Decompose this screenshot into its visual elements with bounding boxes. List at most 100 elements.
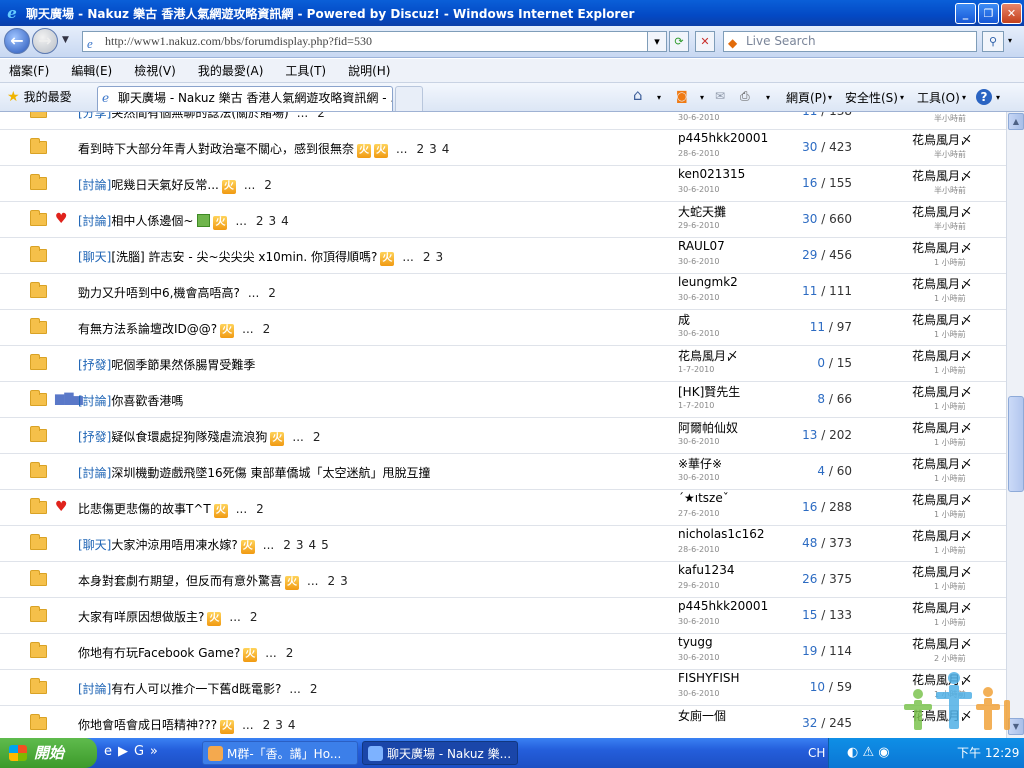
quicklaunch-more-icon[interactable]: » — [150, 744, 164, 759]
thread-author[interactable]: leungmk2 — [678, 275, 738, 289]
last-poster[interactable]: 花鳥風月〆 — [912, 527, 972, 544]
folder-icon[interactable] — [30, 174, 47, 190]
thread-title[interactable]: 大家沖涼用唔用凍水嫁? — [111, 538, 237, 552]
scroll-up-icon[interactable]: ▲ — [1008, 113, 1024, 130]
last-post-time[interactable]: 1 小時前 — [934, 689, 966, 700]
thread-author[interactable]: ken021315 — [678, 167, 745, 181]
menu-view[interactable]: 檢視(V) — [134, 62, 176, 79]
page-link[interactable]: 3 — [269, 214, 277, 228]
thread-tag[interactable]: [討論] — [78, 682, 111, 696]
safety-dropdown-icon[interactable]: ▾ — [900, 93, 904, 102]
page-link[interactable]: 2 — [423, 250, 431, 264]
menu-edit[interactable]: 編輯(E) — [71, 62, 112, 79]
rss-dropdown-icon[interactable]: ▾ — [700, 93, 704, 102]
last-poster[interactable]: 花鳥風月〆 — [912, 131, 972, 148]
last-post-time[interactable]: 1 小時前 — [934, 257, 966, 268]
folder-icon[interactable] — [30, 426, 47, 442]
folder-icon[interactable] — [30, 354, 47, 370]
last-post-time[interactable]: 半小時前 — [934, 221, 966, 232]
thread-author[interactable]: tyugg — [678, 635, 713, 649]
thread-title[interactable]: 有冇人可以推介一下舊d既電影? — [111, 682, 281, 696]
vertical-scrollbar[interactable]: ▲ ▼ — [1006, 112, 1024, 738]
thread-title[interactable]: 呢個季節果然係腸胃受難季 — [111, 358, 255, 372]
search-input[interactable]: ◆ Live Search — [723, 31, 977, 52]
thread-author[interactable]: ※華仔※ — [678, 455, 722, 472]
last-poster[interactable]: 花鳥風月〆 — [912, 491, 972, 508]
thread-title[interactable]: 大家有咩原因想做版主? — [78, 610, 204, 624]
thread-tag[interactable]: [討論] — [78, 466, 111, 480]
thread-tag[interactable]: [抒發] — [78, 358, 111, 372]
maximize-button[interactable]: ❐ — [978, 3, 999, 24]
page-link[interactable]: 5 — [321, 538, 329, 552]
home-icon[interactable]: ⌂ — [633, 86, 643, 104]
page-link[interactable]: 4 — [281, 214, 289, 228]
taskbar-item-messenger[interactable]: M群-「香。講」Ho... — [202, 741, 358, 765]
page-link[interactable]: 2 — [310, 682, 318, 696]
taskbar-item-ie[interactable]: 聊天廣場 - Nakuz 樂... — [362, 741, 518, 765]
rss-icon[interactable]: ◙ — [676, 89, 688, 103]
menu-favorites[interactable]: 我的最愛(A) — [198, 62, 264, 79]
minimize-button[interactable]: _ — [955, 3, 976, 24]
thread-tag[interactable]: [聊天] — [78, 250, 111, 264]
start-button[interactable]: 開始 — [0, 738, 97, 768]
page-link[interactable]: 3 — [275, 718, 283, 732]
thread-author[interactable]: [HK]賢先生 — [678, 383, 740, 400]
thread-author[interactable]: nicholas1c162 — [678, 527, 765, 541]
last-poster[interactable]: 花鳥風月〆 — [912, 347, 972, 364]
help-icon[interactable]: ? — [976, 89, 992, 105]
history-dropdown-icon[interactable]: ▼ — [62, 35, 69, 45]
page-dropdown-icon[interactable]: ▾ — [828, 93, 832, 102]
scroll-down-icon[interactable]: ▼ — [1008, 718, 1024, 735]
page-link[interactable]: 2 — [416, 142, 424, 156]
thread-title[interactable]: 你喜歡香港嗎 — [111, 394, 183, 408]
menu-tools[interactable]: 工具(T) — [285, 62, 326, 79]
tab-active[interactable]: e 聊天廣場 - Nakuz 樂古 香港人氣網遊攻略資訊網 - ... — [97, 86, 393, 111]
last-post-time[interactable]: 1 小時前 — [934, 617, 966, 628]
last-post-time[interactable]: 1 小時前 — [934, 581, 966, 592]
page-link[interactable]: 4 — [288, 718, 296, 732]
folder-icon[interactable] — [30, 570, 47, 586]
new-tab-button[interactable] — [395, 86, 423, 111]
last-post-time[interactable]: 半小時前 — [934, 113, 966, 124]
page-link[interactable]: 3 — [429, 142, 437, 156]
thread-author[interactable]: RAUL07 — [678, 239, 725, 253]
page-link[interactable]: 2 — [313, 430, 321, 444]
thread-tag[interactable]: [討論] — [78, 394, 111, 408]
page-link[interactable]: 3 — [340, 574, 348, 588]
page-link[interactable]: 2 — [256, 214, 264, 228]
thread-title[interactable]: 相中人係邊個~ — [111, 214, 193, 228]
tools-menu[interactable]: 工具(O) — [917, 89, 960, 106]
thread-title[interactable]: 疑似食環處捉狗隊殘虐流浪狗 — [111, 430, 267, 444]
thread-author[interactable]: p445hkk20001 — [678, 599, 768, 613]
address-dropdown-button[interactable]: ▾ — [647, 31, 667, 52]
thread-author[interactable]: p445hkk20001 — [678, 131, 768, 145]
last-post-time[interactable]: 1 小時前 — [934, 509, 966, 520]
page-link[interactable]: 3 — [296, 538, 304, 552]
page-link[interactable]: 4 — [442, 142, 450, 156]
scroll-thumb[interactable] — [1008, 396, 1024, 492]
page-link[interactable]: 2 — [256, 502, 264, 516]
folder-icon[interactable] — [30, 714, 47, 730]
last-poster[interactable]: 花鳥風月〆 — [912, 383, 972, 400]
folder-icon[interactable] — [30, 112, 47, 118]
google-icon[interactable]: G — [134, 744, 150, 759]
last-post-time[interactable]: 1 小時前 — [934, 473, 966, 484]
page-link[interactable]: 2 — [317, 112, 325, 120]
thread-title[interactable]: 你地有冇玩Facebook Game? — [78, 646, 240, 660]
thread-title[interactable]: 突然間有個無聊的諗法(關於賭場) — [111, 112, 288, 120]
folder-icon[interactable] — [30, 606, 47, 622]
folder-icon[interactable] — [30, 318, 47, 334]
folder-icon[interactable] — [30, 282, 47, 298]
thread-author[interactable]: kafu1234 — [678, 563, 734, 577]
last-post-time[interactable]: 2 小時前 — [934, 653, 966, 664]
page-link[interactable]: 2 — [263, 322, 271, 336]
thread-title[interactable]: 勁力又升唔到中6,機會高唔高? — [78, 286, 240, 300]
last-poster[interactable]: 花鳥風月〆 — [912, 203, 972, 220]
media-player-icon[interactable]: ▶ — [118, 744, 134, 759]
last-post-time[interactable]: 1 小時前 — [934, 365, 966, 376]
page-link[interactable]: 4 — [308, 538, 316, 552]
page-link[interactable]: 2 — [268, 286, 276, 300]
folder-icon[interactable] — [30, 246, 47, 262]
thread-author[interactable]: 大蛇天攤 — [678, 203, 726, 220]
search-go-icon[interactable]: ⚲ — [982, 31, 1004, 52]
